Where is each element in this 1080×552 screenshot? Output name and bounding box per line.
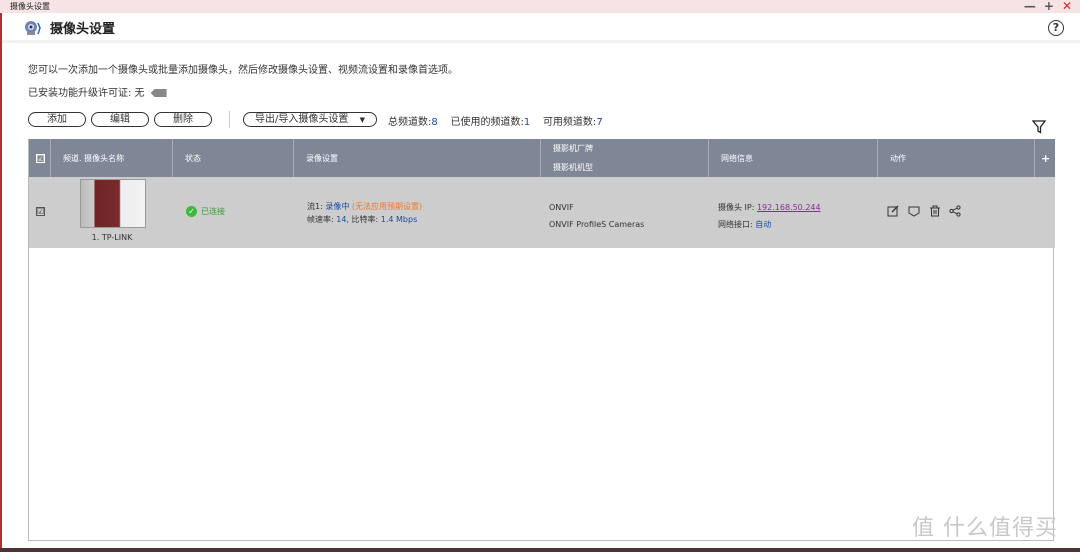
window-titlebar: 摄像头设置 — + ✕ xyxy=(0,0,1080,13)
col-network[interactable]: 网络信息 xyxy=(709,139,878,177)
edit-icon[interactable] xyxy=(887,205,899,217)
monitor-icon[interactable] xyxy=(908,205,920,217)
available-label: 可用频道数: xyxy=(542,117,597,128)
iface-value: 自动 xyxy=(755,220,772,229)
ip-label: 摄像头 IP: xyxy=(718,203,755,212)
camera-name: 1. TP-LINK xyxy=(91,233,133,242)
trash-icon[interactable] xyxy=(929,205,941,217)
ip-link[interactable]: 192.168.50.244 xyxy=(757,203,821,212)
add-button[interactable]: 添加 xyxy=(28,112,86,127)
add-column-button[interactable]: + xyxy=(1035,139,1055,177)
col-status[interactable]: 状态 xyxy=(173,139,294,177)
filter-icon[interactable] xyxy=(1032,120,1046,134)
vendor-model: ONVIF ONVIF ProfileS Cameras xyxy=(549,199,644,233)
col-action: 动作 xyxy=(878,139,1035,177)
available-value: 7 xyxy=(596,117,603,128)
watermark-logo: 值 什么值得买 xyxy=(912,516,1058,541)
total-value: 8 xyxy=(431,117,438,128)
export-import-label: 导出/导入摄像头设置 xyxy=(255,114,349,125)
license-tag-icon[interactable] xyxy=(150,89,167,97)
used-label: 已使用的频道数: xyxy=(450,117,524,128)
maximize-button[interactable]: + xyxy=(1044,0,1054,13)
share-icon[interactable] xyxy=(949,205,961,217)
bitrate-label: , 比特率: xyxy=(346,215,379,224)
camera-settings-icon xyxy=(25,21,41,35)
model: ONVIF ProfileS Cameras xyxy=(549,220,645,229)
app-header: 摄像头设置 ? xyxy=(2,13,1080,43)
status: ✓ 已连接 xyxy=(186,206,225,217)
camera-table: ☑ 频道. 摄像头名称 状态 录像设置 摄影机厂牌摄影机机型 网络信息 动作 +… xyxy=(28,139,1055,541)
description-text: 您可以一次添加一个摄像头或批量添加摄像头，然后修改摄像头设置、视频流设置和录像首… xyxy=(28,65,458,76)
col-vendor: 摄影机厂牌 xyxy=(553,144,593,153)
col-name[interactable]: 频道. 摄像头名称 xyxy=(51,139,173,177)
checkbox-glyph: ☑ xyxy=(36,207,45,216)
camera-thumbnail[interactable] xyxy=(80,179,146,228)
table-header: ☑ 频道. 摄像头名称 状态 录像设置 摄影机厂牌摄影机机型 网络信息 动作 + xyxy=(29,139,1055,177)
stream-state: 录像中 xyxy=(325,202,350,211)
total-label: 总频道数: xyxy=(388,117,432,128)
col-vendor-model[interactable]: 摄影机厂牌摄影机机型 xyxy=(541,139,709,177)
toolbar-divider xyxy=(229,111,230,128)
minimize-button[interactable]: — xyxy=(1024,0,1036,13)
stream-warning: (无法应用预期设置) xyxy=(351,202,423,211)
check-circle-icon: ✓ xyxy=(186,206,197,217)
stream-label: 流1: xyxy=(307,202,323,211)
status-text: 已连接 xyxy=(201,207,225,216)
export-import-dropdown[interactable]: 导出/导入摄像头设置 ▼ xyxy=(243,112,377,127)
select-all-checkbox[interactable]: ☑ xyxy=(29,139,51,177)
license-text: 已安装功能升级许可证: 无 xyxy=(28,88,145,99)
delete-button[interactable]: 删除 xyxy=(154,112,212,127)
used-value: 1 xyxy=(523,117,531,128)
help-icon[interactable]: ? xyxy=(1048,20,1064,36)
caret-down-icon: ▼ xyxy=(359,116,365,124)
iface-label: 网络接口: xyxy=(718,220,753,229)
bottom-bar xyxy=(0,548,1080,552)
vendor: ONVIF xyxy=(549,203,574,212)
col-record[interactable]: 录像设置 xyxy=(294,139,541,177)
checkbox-glyph: ☑ xyxy=(36,153,45,163)
page-title: 摄像头设置 xyxy=(50,22,116,37)
window-title: 摄像头设置 xyxy=(10,2,50,11)
table-row[interactable]: ☑ 1. TP-LINK ✓ 已连接 流1: 录像中 (无法应用预期设置) 帧速率… xyxy=(29,177,1055,248)
channel-counts: 总频道数:8 已使用的频道数:1 可用频道数:7 xyxy=(388,113,603,128)
bitrate-value: 1.4 Mbps xyxy=(380,215,418,224)
edit-button[interactable]: 编辑 xyxy=(91,112,149,127)
fps-value: 14 xyxy=(336,215,347,224)
row-checkbox[interactable]: ☑ xyxy=(36,207,45,216)
license-info: 已安装功能升级许可证: 无 xyxy=(28,84,167,99)
network-info: 摄像头 IP: 192.168.50.244 网络接口: 自动 xyxy=(718,199,821,233)
close-button[interactable]: ✕ xyxy=(1062,0,1072,13)
record-settings: 流1: 录像中 (无法应用预期设置) 帧速率: 14, 比特率: 1.4 Mbp… xyxy=(307,200,422,226)
col-model: 摄影机机型 xyxy=(553,163,593,172)
fps-label: 帧速率: xyxy=(307,215,334,224)
window-edge xyxy=(0,13,2,552)
